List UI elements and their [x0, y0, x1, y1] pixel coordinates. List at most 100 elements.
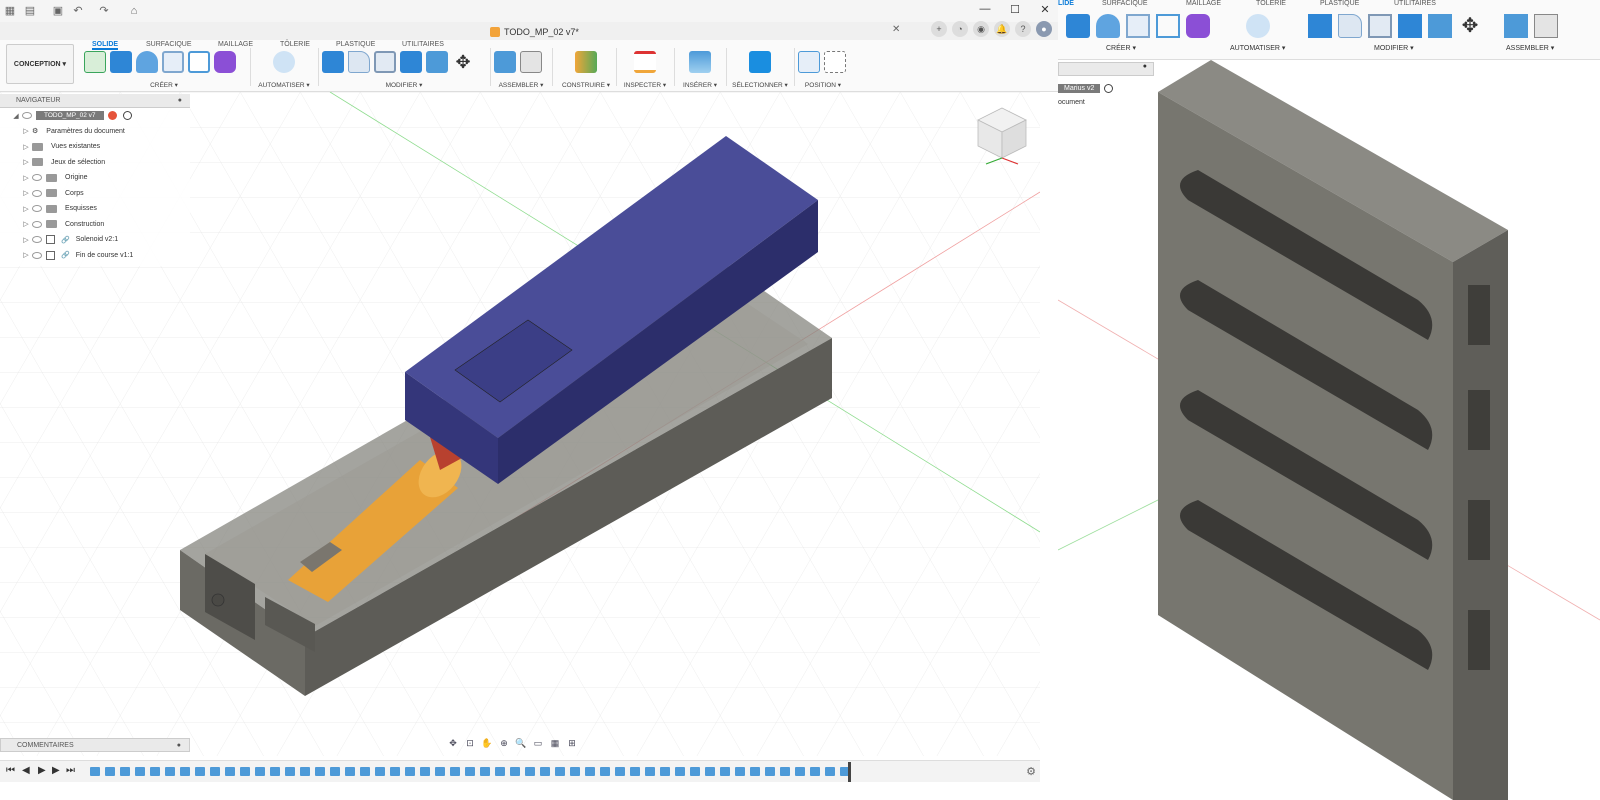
timeline-feature[interactable] — [765, 767, 775, 776]
group-inserer-label[interactable]: INSÉRER ▾ — [678, 81, 722, 89]
right-group-assembler[interactable]: ASSEMBLER ▾ — [1506, 44, 1554, 52]
timeline-feature[interactable] — [465, 767, 475, 776]
tab-maillage[interactable]: MAILLAGE — [218, 41, 253, 48]
timeline-feature[interactable] — [660, 767, 670, 776]
shell-icon[interactable] — [1368, 14, 1392, 38]
navigator-item[interactable]: ▷ Origine — [0, 170, 190, 186]
expand-icon[interactable]: ▷ — [20, 251, 32, 259]
right-activate-radio-icon[interactable] — [1104, 84, 1114, 93]
visibility-eye-icon[interactable] — [32, 220, 42, 228]
file-menu-icon[interactable]: ▤ — [24, 5, 36, 17]
group-assembler-label[interactable]: ASSEMBLER ▾ — [494, 81, 548, 89]
timeline-feature[interactable] — [345, 767, 355, 776]
expand-icon[interactable]: ◢ — [10, 112, 22, 120]
extrude-icon[interactable] — [1066, 14, 1090, 38]
split-body-icon[interactable] — [426, 51, 448, 73]
visibility-eye-icon[interactable] — [32, 251, 42, 259]
new-component-icon[interactable] — [1504, 14, 1528, 38]
expand-icon[interactable]: ▷ — [20, 174, 32, 182]
navigator-root[interactable]: ◢ TODO_MP_02 v7 — [0, 108, 190, 124]
timeline-feature[interactable] — [555, 767, 565, 776]
right-tab-solide[interactable]: LIDE — [1058, 0, 1074, 7]
timeline-feature[interactable] — [495, 767, 505, 776]
timeline-feature[interactable] — [270, 767, 280, 776]
timeline-feature[interactable] — [720, 767, 730, 776]
joint-icon[interactable] — [1534, 14, 1558, 38]
right-group-creer[interactable]: CRÉER ▾ — [1106, 44, 1136, 52]
timeline-feature[interactable] — [90, 767, 100, 776]
timeline-feature[interactable] — [405, 767, 415, 776]
close-button[interactable]: ✕ — [1030, 0, 1060, 18]
group-modifier-label[interactable]: MODIFIER ▾ — [322, 81, 486, 89]
navigator-item[interactable]: ▷ 🔗 Fin de course v1:1 — [0, 248, 190, 264]
notifications-icon[interactable]: 🔔 — [994, 21, 1010, 37]
timeline-feature[interactable] — [360, 767, 370, 776]
visibility-eye-icon[interactable] — [32, 174, 42, 182]
hole-icon[interactable] — [1126, 14, 1150, 38]
expand-icon[interactable]: ▷ — [20, 220, 32, 228]
timeline-feature[interactable] — [600, 767, 610, 776]
display-settings-icon[interactable]: ▭ — [531, 737, 545, 749]
navigator-header[interactable]: NAVIGATEUR ● — [0, 94, 190, 108]
move-icon[interactable]: ✥ — [1458, 14, 1482, 38]
right-group-modifier[interactable]: MODIFIER ▾ — [1374, 44, 1414, 52]
extensions-icon[interactable]: ◔ — [952, 21, 968, 37]
previous-step-icon[interactable]: ◀ — [22, 765, 30, 776]
save-icon[interactable]: ▣ — [52, 5, 64, 17]
fillet-icon[interactable] — [348, 51, 370, 73]
navigator-item[interactable]: ▷ 🔗 Solenoid v2:1 — [0, 232, 190, 248]
timeline-marker[interactable] — [848, 762, 851, 782]
timeline-feature[interactable] — [135, 767, 145, 776]
navigator-item[interactable]: ▷ Esquisses — [0, 201, 190, 217]
pattern-icon[interactable] — [1156, 14, 1180, 38]
tab-surfacique[interactable]: SURFACIQUE — [146, 41, 192, 48]
timeline-feature[interactable] — [240, 767, 250, 776]
new-tab-plus-icon[interactable]: + — [931, 21, 947, 37]
group-automatiser-label[interactable]: AUTOMATISER ▾ — [254, 81, 314, 89]
user-avatar[interactable]: ● — [1036, 21, 1052, 37]
press-pull-icon[interactable] — [322, 51, 344, 73]
form-icon[interactable] — [1186, 14, 1210, 38]
grid-settings-icon[interactable]: ▦ — [548, 737, 562, 749]
timeline-feature[interactable] — [375, 767, 385, 776]
timeline-feature[interactable] — [255, 767, 265, 776]
revolve-icon[interactable] — [136, 51, 158, 73]
split-body-icon[interactable] — [1428, 14, 1452, 38]
workspace-switcher-button[interactable]: CONCEPTION ▾ — [6, 44, 74, 84]
navigator-item[interactable]: ▷ Vues existantes — [0, 139, 190, 155]
move-icon[interactable]: ✥ — [452, 51, 474, 73]
group-inspecter-label[interactable]: INSPECTER ▾ — [620, 81, 670, 89]
revert-position-icon[interactable] — [824, 51, 846, 73]
timeline-feature[interactable] — [750, 767, 760, 776]
timeline-feature[interactable] — [780, 767, 790, 776]
visibility-eye-icon[interactable] — [32, 189, 42, 197]
job-status-icon[interactable]: ◉ — [973, 21, 989, 37]
timeline-feature[interactable] — [210, 767, 220, 776]
help-icon[interactable]: ? — [1015, 21, 1031, 37]
right-3d-viewport[interactable] — [1058, 60, 1600, 800]
navigator-item[interactable]: ▷ ⚙ Paramètres du document — [0, 124, 190, 140]
right-tab-maillage[interactable]: MAILLAGE — [1186, 0, 1221, 7]
pan-icon[interactable]: ✋ — [480, 737, 494, 749]
timeline-feature[interactable] — [435, 767, 445, 776]
tab-tolerie[interactable]: TÔLERIE — [280, 41, 310, 48]
viewports-icon[interactable]: ⊞ — [565, 737, 579, 749]
orbit-icon[interactable]: ✥ — [446, 737, 460, 749]
look-at-icon[interactable]: ⊡ — [463, 737, 477, 749]
right-tab-tolerie[interactable]: TÔLERIE — [1256, 0, 1286, 7]
zoom-window-icon[interactable]: 🔍 — [514, 737, 528, 749]
right-navigator-root[interactable]: Marius v2 — [1058, 84, 1154, 93]
expand-icon[interactable]: ▷ — [20, 205, 32, 213]
navigator-item[interactable]: ▷ Jeux de sélection — [0, 155, 190, 171]
timeline-feature[interactable] — [795, 767, 805, 776]
automate-icon[interactable] — [273, 51, 295, 73]
press-pull-icon[interactable] — [1308, 14, 1332, 38]
joint-icon[interactable] — [520, 51, 542, 73]
timeline-feature[interactable] — [285, 767, 295, 776]
hole-icon[interactable] — [162, 51, 184, 73]
right-tab-surfacique[interactable]: SURFACIQUE — [1102, 0, 1148, 7]
timeline-feature[interactable] — [825, 767, 835, 776]
expand-icon[interactable]: ▷ — [20, 236, 32, 244]
shell-icon[interactable] — [374, 51, 396, 73]
timeline-feature[interactable] — [690, 767, 700, 776]
